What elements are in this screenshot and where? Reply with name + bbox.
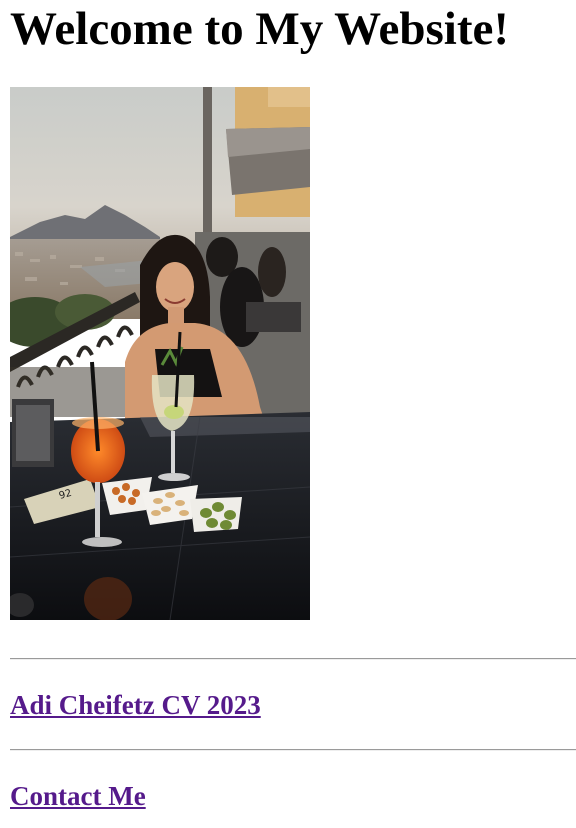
contact-heading: Contact Me [10, 781, 146, 811]
page-title: Welcome to My Website! [10, 3, 510, 55]
cv-link[interactable]: Adi Cheifetz CV 2023 [10, 690, 261, 720]
page-content: Welcome to My Website! 92 Adi Cheifetz C… [10, 0, 576, 811]
divider [10, 749, 576, 751]
divider [10, 658, 576, 660]
profile-photo: 92 [10, 87, 310, 620]
cv-heading: Adi Cheifetz CV 2023 [10, 690, 261, 720]
contact-link[interactable]: Contact Me [10, 781, 146, 811]
